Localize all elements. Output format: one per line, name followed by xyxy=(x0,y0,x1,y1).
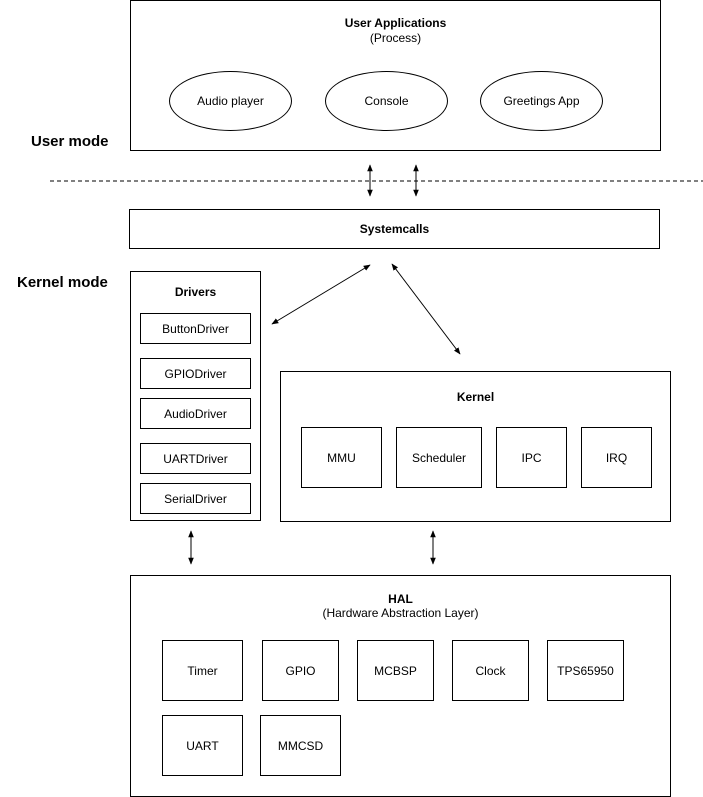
app-console[interactable]: Console xyxy=(325,71,448,131)
app-audio-player[interactable]: Audio player xyxy=(169,71,292,131)
driver-serial[interactable]: SerialDriver xyxy=(140,483,251,514)
user-applications-box: User Applications (Process) Audio player… xyxy=(130,0,661,151)
hal-box: HAL (Hardware Abstraction Layer) Timer G… xyxy=(130,575,671,797)
hal-subtitle: (Hardware Abstraction Layer) xyxy=(322,606,479,620)
hal-tps65950[interactable]: TPS65950 xyxy=(547,640,624,701)
kernel-mmu[interactable]: MMU xyxy=(301,427,382,488)
driver-gpio[interactable]: GPIODriver xyxy=(140,358,251,389)
hal-timer[interactable]: Timer xyxy=(162,640,243,701)
arrow-systemcalls-kernel xyxy=(391,263,461,355)
app-greetings[interactable]: Greetings App xyxy=(480,71,603,131)
user-applications-title: User Applications xyxy=(344,16,447,30)
kernel-irq[interactable]: IRQ xyxy=(581,427,652,488)
kernel-box: Kernel MMU Scheduler IPC IRQ xyxy=(280,371,671,522)
systemcalls-title: Systemcalls xyxy=(359,222,430,236)
hal-clock[interactable]: Clock xyxy=(452,640,529,701)
drivers-box: Drivers ButtonDriver GPIODriver AudioDri… xyxy=(130,271,261,521)
driver-button[interactable]: ButtonDriver xyxy=(140,313,251,344)
user-mode-label: User mode xyxy=(31,133,109,150)
user-applications-subtitle: (Process) xyxy=(369,31,422,45)
hal-mmcsd[interactable]: MMCSD xyxy=(260,715,341,776)
hal-uart[interactable]: UART xyxy=(162,715,243,776)
drivers-title: Drivers xyxy=(174,285,217,299)
driver-uart[interactable]: UARTDriver xyxy=(140,443,251,474)
arrow-systemcalls-drivers xyxy=(271,264,371,325)
kernel-mode-label: Kernel mode xyxy=(17,274,108,291)
hal-title: HAL xyxy=(388,592,413,606)
systemcalls-box: Systemcalls xyxy=(129,209,660,249)
kernel-ipc[interactable]: IPC xyxy=(496,427,567,488)
hal-mcbsp[interactable]: MCBSP xyxy=(357,640,434,701)
kernel-title: Kernel xyxy=(456,390,495,404)
hal-gpio[interactable]: GPIO xyxy=(262,640,339,701)
driver-audio[interactable]: AudioDriver xyxy=(140,398,251,429)
kernel-scheduler[interactable]: Scheduler xyxy=(396,427,482,488)
